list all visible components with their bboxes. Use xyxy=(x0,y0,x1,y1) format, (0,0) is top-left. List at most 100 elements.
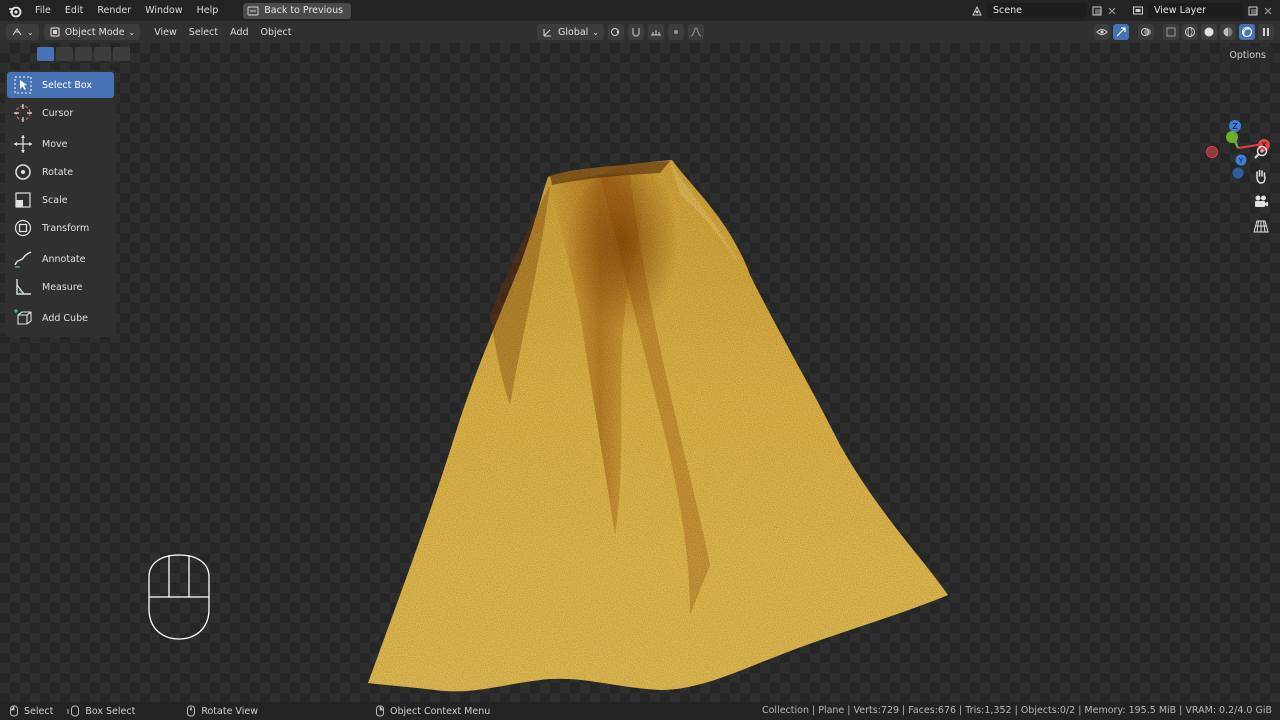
wireframe-sphere-icon xyxy=(1185,27,1195,37)
selection-mode-buttons xyxy=(37,47,130,61)
shading-solid[interactable] xyxy=(1201,24,1217,40)
header-menu-add[interactable]: Add xyxy=(224,27,254,38)
back-to-previous-button[interactable]: Back to Previous xyxy=(243,2,352,19)
menu-edit[interactable]: Edit xyxy=(58,5,90,16)
close-view-layer-icon[interactable] xyxy=(1262,5,1274,17)
shading-rendered[interactable] xyxy=(1239,24,1255,40)
scene-icon[interactable] xyxy=(971,5,983,17)
select-mode-new[interactable] xyxy=(37,47,54,61)
mode-dropdown[interactable]: Object Mode ⌄ xyxy=(43,24,141,40)
mouse-left-icon xyxy=(10,705,18,717)
chevron-down-icon: ⌄ xyxy=(128,27,136,37)
tool-label: Transform xyxy=(42,222,90,234)
rendered-sphere-icon xyxy=(1241,26,1253,38)
scene-name: Scene xyxy=(993,5,1022,16)
perspective-toggle-button[interactable] xyxy=(1250,215,1272,237)
back-to-previous-label: Back to Previous xyxy=(264,5,344,16)
menu-help[interactable]: Help xyxy=(190,5,226,16)
hand-icon xyxy=(1256,169,1266,184)
tool-annotate[interactable]: Annotate xyxy=(7,246,114,272)
header-menu-view[interactable]: View xyxy=(148,27,183,38)
falloff-curve-icon xyxy=(690,27,702,37)
tool-scale[interactable]: Scale xyxy=(7,187,114,213)
zoom-button[interactable] xyxy=(1250,141,1272,163)
status-bar: Select Box Select Rotate View Object Con… xyxy=(0,702,1280,720)
scene-selector-area: Scene View Layer xyxy=(971,0,1280,21)
gizmo-y-axis-icon[interactable] xyxy=(1226,131,1238,143)
options-button[interactable]: Options xyxy=(1221,47,1274,63)
tool-label: Annotate xyxy=(42,253,86,265)
blender-logo-icon[interactable] xyxy=(8,4,22,18)
tool-label: Move xyxy=(42,138,68,150)
zoom-icon xyxy=(1254,145,1268,159)
status-hint-label: Select xyxy=(24,705,54,717)
select-mode-extend[interactable] xyxy=(56,47,73,61)
tool-cursor[interactable]: Cursor xyxy=(7,100,114,126)
menu-file[interactable]: File xyxy=(28,5,58,16)
gizmo-toggle[interactable] xyxy=(1113,24,1129,40)
select-mode-invert[interactable] xyxy=(94,47,111,61)
select-mode-intersect[interactable] xyxy=(113,47,130,61)
view-layer-name: View Layer xyxy=(1154,5,1207,16)
proportional-edit-toggle[interactable] xyxy=(668,24,685,40)
shading-options-dropdown[interactable] xyxy=(1258,24,1274,40)
pan-button[interactable] xyxy=(1250,165,1272,187)
tool-select-box[interactable]: Select Box xyxy=(7,72,114,98)
scene-field[interactable]: Scene xyxy=(987,3,1087,18)
tool-move[interactable]: Move xyxy=(7,131,114,157)
tool-measure[interactable]: Measure xyxy=(7,274,114,300)
tool-label: Measure xyxy=(42,281,83,293)
cloth-object[interactable] xyxy=(360,115,960,715)
tool-label: Scale xyxy=(42,194,68,206)
editor-type-dropdown[interactable]: ⌄ xyxy=(6,24,39,40)
rotate-icon xyxy=(15,164,31,180)
tool-rotate[interactable]: Rotate xyxy=(7,159,114,185)
select-mode-subtract[interactable] xyxy=(75,47,92,61)
solid-sphere-icon xyxy=(1204,27,1214,37)
xray-toggle[interactable] xyxy=(1163,24,1179,40)
shading-wireframe[interactable] xyxy=(1182,24,1198,40)
gizmo-neg-x-icon[interactable] xyxy=(1206,146,1218,158)
header-menu-select[interactable]: Select xyxy=(183,27,224,38)
viewport-header: ⌄ Object Mode ⌄ View Select Add Object G… xyxy=(0,21,1280,43)
view-layer-icon[interactable] xyxy=(1132,5,1144,17)
view-layer-field[interactable]: View Layer xyxy=(1148,3,1243,18)
mode-label: Object Mode xyxy=(64,26,125,38)
xray-icon xyxy=(1166,27,1176,37)
orientation-dropdown[interactable]: Global ⌄ xyxy=(537,24,605,40)
gizmo-neg-y-icon[interactable] xyxy=(1232,167,1244,179)
menu-window[interactable]: Window xyxy=(138,5,189,16)
snap-target-dropdown[interactable] xyxy=(648,24,665,40)
material-sphere-icon xyxy=(1223,27,1233,37)
visibility-dropdown[interactable] xyxy=(1094,24,1110,40)
camera-view-button[interactable] xyxy=(1250,190,1272,212)
header-menu-object[interactable]: Object xyxy=(255,27,298,38)
top-menu-bar: File Edit Render Window Help Back to Pre… xyxy=(0,0,1280,21)
measure-icon xyxy=(16,279,31,295)
tool-label: Select Box xyxy=(42,79,92,91)
shading-material[interactable] xyxy=(1220,24,1236,40)
options-label: Options xyxy=(1229,49,1266,61)
gizmo-z-label: Z xyxy=(1232,122,1238,131)
3d-viewport[interactable]: Select Box Cursor Move Rotate Scale Tran… xyxy=(0,43,1280,702)
pivot-point-dropdown[interactable] xyxy=(608,24,625,40)
mouse-drag-icon xyxy=(67,705,80,717)
add-cube-icon xyxy=(14,309,32,325)
new-view-layer-icon[interactable] xyxy=(1247,5,1259,17)
status-hint-label: Rotate View xyxy=(201,705,258,717)
snap-toggle[interactable] xyxy=(628,24,645,40)
close-scene-icon[interactable] xyxy=(1106,5,1118,17)
overlays-toggle[interactable] xyxy=(1138,24,1154,40)
camera-icon xyxy=(1255,195,1268,207)
mouse-input-icon xyxy=(148,554,210,640)
falloff-dropdown[interactable] xyxy=(688,24,705,40)
tool-add-cube[interactable]: Add Cube xyxy=(7,305,114,331)
orientation-label: Global xyxy=(558,26,589,38)
new-scene-icon[interactable] xyxy=(1091,5,1103,17)
tool-transform[interactable]: Transform xyxy=(7,215,114,241)
menu-render[interactable]: Render xyxy=(90,5,138,16)
tool-label: Cursor xyxy=(42,107,74,119)
annotate-icon xyxy=(14,251,32,268)
status-hint-label: Object Context Menu xyxy=(389,705,491,717)
snap-increment-icon xyxy=(651,30,662,36)
